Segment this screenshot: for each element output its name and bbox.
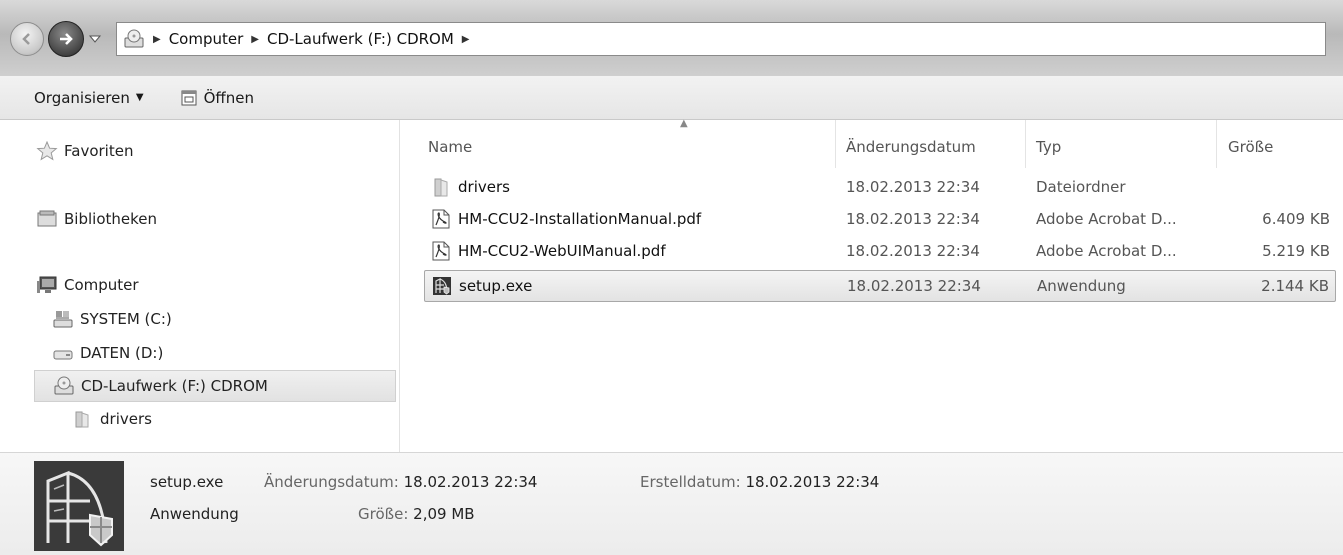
nav-item-computer[interactable]: Computer [36, 270, 139, 300]
file-list: ▲ Name Änderungsdatum Typ Größe drivers … [400, 118, 1343, 452]
nav-label: Computer [64, 276, 139, 294]
column-divider[interactable] [1216, 120, 1217, 168]
computer-icon [37, 276, 57, 293]
libraries-icon [37, 210, 57, 227]
column-header-type[interactable]: Typ [1036, 132, 1061, 162]
command-bar: Organisieren ▼ Öffnen [0, 76, 1343, 120]
details-created-value: 18.02.2013 22:34 [745, 473, 880, 491]
file-row-selected[interactable]: setup.exe 18.02.2013 22:34 Anwendung 2.1… [424, 270, 1336, 302]
back-button[interactable] [10, 22, 44, 56]
details-size-label: Größe: [358, 505, 409, 523]
details-pane: setup.exe Anwendung Änderungsdatum: 18.0… [0, 452, 1343, 555]
star-icon [36, 141, 58, 161]
application-icon [433, 277, 451, 295]
system-drive-icon [53, 311, 73, 328]
column-header-size[interactable]: Größe [1228, 132, 1273, 162]
breadcrumb-cd-drive[interactable]: CD-Laufwerk (F:) CDROM [267, 30, 454, 48]
organize-label: Organisieren [34, 88, 130, 107]
nav-item-drive-f[interactable]: CD-Laufwerk (F:) CDROM [34, 370, 396, 402]
nav-label: Bibliotheken [64, 210, 157, 228]
open-window-icon [181, 90, 197, 105]
file-size: 5.219 KB [1262, 242, 1330, 260]
details-created: Erstelldatum: 18.02.2013 22:34 [640, 473, 879, 491]
file-name-cell: HM-CCU2-InstallationManual.pdf [430, 204, 701, 234]
nav-label: drivers [100, 410, 152, 428]
nav-label: CD-Laufwerk (F:) CDROM [81, 377, 268, 395]
forward-button[interactable] [48, 21, 84, 57]
file-name-cell: HM-CCU2-WebUIManual.pdf [430, 236, 666, 266]
breadcrumb-computer[interactable]: Computer [169, 30, 244, 48]
breadcrumb-separator[interactable]: ▶ [153, 34, 161, 45]
file-date: 18.02.2013 22:34 [847, 277, 981, 295]
cd-drive-icon [124, 29, 144, 48]
file-name: setup.exe [459, 277, 533, 295]
nav-item-folder-drivers[interactable]: drivers [72, 404, 152, 434]
nav-label: SYSTEM (C:) [80, 310, 172, 328]
file-name-cell: drivers [430, 172, 510, 202]
open-label: Öffnen [203, 88, 254, 107]
cd-drive-icon [54, 376, 74, 395]
file-date: 18.02.2013 22:34 [846, 210, 980, 228]
folder-icon [75, 411, 89, 428]
arrow-right-icon [60, 33, 73, 45]
hard-drive-icon [53, 350, 73, 360]
application-icon [34, 461, 124, 551]
file-type: Dateiordner [1036, 178, 1126, 196]
sort-ascending-icon: ▲ [680, 118, 688, 129]
details-filetype: Anwendung [150, 505, 239, 523]
file-row[interactable]: HM-CCU2-InstallationManual.pdf 18.02.201… [424, 204, 1336, 234]
details-size: Größe: 2,09 MB [358, 505, 475, 523]
details-modified: Änderungsdatum: 18.02.2013 22:34 [264, 473, 537, 491]
nav-item-favorites[interactable]: Favoriten [36, 136, 133, 166]
details-created-label: Erstelldatum: [640, 473, 741, 491]
file-name: HM-CCU2-WebUIManual.pdf [458, 242, 666, 260]
pdf-icon [432, 209, 450, 229]
file-date: 18.02.2013 22:34 [846, 178, 980, 196]
details-modified-value: 18.02.2013 22:34 [403, 473, 538, 491]
file-type: Adobe Acrobat D... [1036, 210, 1177, 228]
file-size: 2.144 KB [1261, 277, 1329, 295]
address-bar[interactable]: ▶ Computer ▶ CD-Laufwerk (F:) CDROM ▶ [116, 22, 1326, 56]
folder-icon [434, 178, 448, 197]
nav-item-drive-d[interactable]: DATEN (D:) [52, 338, 163, 368]
file-date: 18.02.2013 22:34 [846, 242, 980, 260]
column-header-name[interactable]: Name [428, 132, 472, 162]
column-header-date[interactable]: Änderungsdatum [846, 132, 976, 162]
file-name: drivers [458, 178, 510, 196]
open-button[interactable]: Öffnen [180, 89, 254, 107]
nav-label: DATEN (D:) [80, 344, 164, 362]
details-modified-label: Änderungsdatum: [264, 473, 399, 491]
nav-label: Favoriten [64, 142, 134, 160]
column-divider[interactable] [835, 120, 836, 168]
breadcrumb-separator[interactable]: ▶ [251, 34, 259, 45]
navigation-pane: Favoriten Bibliotheken Computer SYSTEM (… [0, 120, 400, 452]
address-toolbar: ▶ Computer ▶ CD-Laufwerk (F:) CDROM ▶ [0, 0, 1343, 76]
nav-item-libraries[interactable]: Bibliotheken [36, 204, 157, 234]
file-size: 6.409 KB [1262, 210, 1330, 228]
column-divider[interactable] [1025, 120, 1026, 168]
file-name: HM-CCU2-InstallationManual.pdf [458, 210, 702, 228]
file-row[interactable]: HM-CCU2-WebUIManual.pdf 18.02.2013 22:34… [424, 236, 1336, 266]
pdf-icon [432, 241, 450, 261]
file-name-cell: setup.exe [431, 271, 532, 301]
breadcrumb-separator[interactable]: ▶ [462, 34, 470, 45]
nav-item-drive-c[interactable]: SYSTEM (C:) [52, 304, 172, 334]
recent-pages-dropdown-icon[interactable] [88, 32, 102, 46]
details-size-value: 2,09 MB [413, 505, 475, 523]
file-row[interactable]: drivers 18.02.2013 22:34 Dateiordner [424, 172, 1336, 202]
chevron-down-icon: ▼ [135, 92, 144, 103]
file-type: Adobe Acrobat D... [1036, 242, 1177, 260]
organize-button[interactable]: Organisieren ▼ [34, 89, 144, 107]
details-filename: setup.exe [150, 473, 224, 491]
file-type: Anwendung [1037, 277, 1126, 295]
arrow-left-icon [22, 33, 30, 45]
